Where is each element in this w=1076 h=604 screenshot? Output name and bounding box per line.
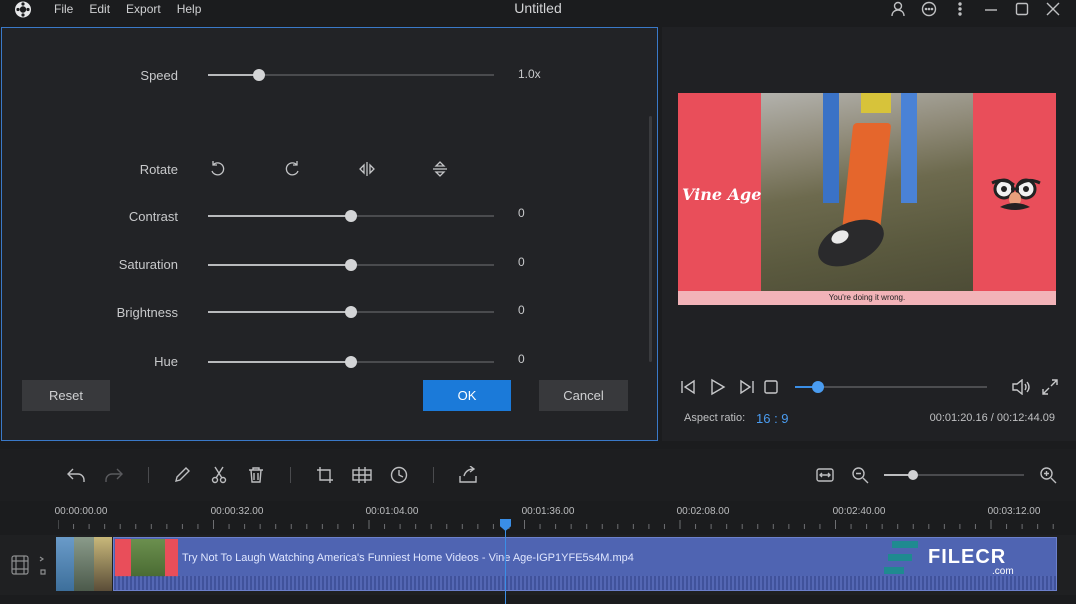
- play-icon[interactable]: [707, 378, 727, 396]
- speed-label: Speed: [140, 68, 178, 83]
- rotate-label: Rotate: [139, 162, 178, 177]
- maximize-icon[interactable]: [1006, 0, 1037, 18]
- export-icon[interactable]: [457, 464, 479, 486]
- watermark-logo-icon: [884, 537, 926, 588]
- cut-icon[interactable]: [208, 464, 230, 486]
- disguise-mask-icon: [988, 177, 1044, 222]
- video-overlay-text: Vine Age: [682, 185, 762, 204]
- hue-slider[interactable]: [208, 356, 494, 368]
- edit-panel-scrollbar[interactable]: [649, 116, 652, 362]
- rotate-left-icon[interactable]: [208, 159, 228, 179]
- rotate-right-icon[interactable]: [282, 159, 302, 179]
- cancel-button[interactable]: Cancel: [539, 380, 628, 411]
- app-logo-icon: [12, 0, 34, 19]
- brightness-value: 0: [518, 303, 525, 317]
- contrast-label: Contrast: [128, 209, 178, 224]
- media-thumbnail[interactable]: [94, 537, 112, 591]
- menu-help[interactable]: Help: [177, 2, 202, 16]
- saturation-slider-knob[interactable]: [345, 259, 357, 271]
- ruler-tick-label: 00:00:00.00: [54, 506, 108, 517]
- saturation-label: Saturation: [118, 257, 178, 272]
- time-display: 00:01:20.16 / 00:12:44.09: [929, 412, 1055, 424]
- hue-label: Hue: [154, 354, 178, 369]
- prev-frame-icon[interactable]: [678, 378, 698, 396]
- clip-thumbnail: [115, 539, 178, 577]
- playback-progress-knob[interactable]: [812, 381, 825, 393]
- brightness-label: Brightness: [116, 305, 178, 320]
- menu-export[interactable]: Export: [126, 2, 161, 16]
- media-thumbnail[interactable]: [56, 537, 74, 591]
- edit-icon[interactable]: [171, 464, 193, 486]
- video-frame: [761, 93, 973, 305]
- duration-icon[interactable]: [388, 464, 410, 486]
- flip-vertical-icon[interactable]: [430, 159, 450, 179]
- track-settings-icon[interactable]: [10, 552, 52, 585]
- minimize-icon[interactable]: [975, 0, 1006, 18]
- playback-progress[interactable]: [795, 381, 987, 393]
- next-frame-icon[interactable]: [737, 378, 757, 396]
- more-icon[interactable]: [944, 0, 975, 18]
- ruler-tick-label: 00:02:40.00: [832, 506, 886, 517]
- video-subtitle: You're doing it wrong.: [828, 293, 906, 302]
- saturation-value: 0: [518, 255, 525, 269]
- delete-icon[interactable]: [245, 464, 267, 486]
- zoom-out-icon[interactable]: [849, 464, 871, 486]
- volume-icon[interactable]: [1011, 378, 1031, 396]
- zoom-slider[interactable]: [884, 470, 1024, 480]
- ruler-tick-label: 00:00:32.00: [210, 506, 264, 517]
- crop-icon[interactable]: [314, 464, 336, 486]
- hue-value: 0: [518, 352, 525, 366]
- zoom-in-icon[interactable]: [1037, 464, 1059, 486]
- speed-slider[interactable]: [208, 69, 494, 81]
- fit-icon[interactable]: [814, 464, 836, 486]
- close-icon[interactable]: [1037, 0, 1068, 18]
- title-bar: File Edit Export Help Untitled: [0, 0, 1076, 19]
- contrast-value: 0: [518, 206, 525, 220]
- ruler-tick-label: 00:01:04.00: [365, 506, 419, 517]
- aspect-ratio-value[interactable]: 16 : 9: [756, 411, 789, 426]
- fullscreen-icon[interactable]: [1040, 378, 1060, 396]
- ruler-tick-label: 00:03:12.00: [987, 506, 1041, 517]
- feedback-icon[interactable]: [913, 0, 944, 18]
- account-icon[interactable]: [882, 0, 913, 18]
- brightness-slider-knob[interactable]: [345, 306, 357, 318]
- video-preview[interactable]: Vine Age You're doing it wrong.: [678, 93, 1056, 305]
- menu-edit[interactable]: Edit: [89, 2, 110, 16]
- ruler-tick-label: 00:01:36.00: [521, 506, 575, 517]
- mosaic-icon[interactable]: [351, 464, 373, 486]
- contrast-slider[interactable]: [208, 210, 494, 222]
- ruler-tick-label: 00:02:08.00: [676, 506, 730, 517]
- contrast-slider-knob[interactable]: [345, 210, 357, 222]
- ok-button[interactable]: OK: [423, 380, 511, 411]
- edit-panel: [1, 27, 658, 441]
- timeline-ruler[interactable]: [58, 520, 1058, 530]
- flip-horizontal-icon[interactable]: [357, 159, 377, 179]
- brightness-slider[interactable]: [208, 306, 494, 318]
- undo-icon[interactable]: [65, 464, 87, 486]
- stop-icon[interactable]: [761, 378, 781, 396]
- media-thumbnail[interactable]: [74, 537, 94, 591]
- aspect-ratio-label: Aspect ratio:: [684, 412, 746, 424]
- menu-bar: File Edit Export Help: [54, 2, 217, 16]
- speed-value: 1.0x: [518, 67, 541, 81]
- reset-button[interactable]: Reset: [22, 380, 110, 411]
- playhead-line: [505, 529, 506, 604]
- menu-file[interactable]: File: [54, 2, 73, 16]
- hue-slider-knob[interactable]: [345, 356, 357, 368]
- clip-name: Try Not To Laugh Watching America's Funn…: [182, 552, 634, 564]
- saturation-slider[interactable]: [208, 259, 494, 271]
- watermark-suffix: .com: [992, 566, 1014, 577]
- redo-icon[interactable]: [103, 464, 125, 486]
